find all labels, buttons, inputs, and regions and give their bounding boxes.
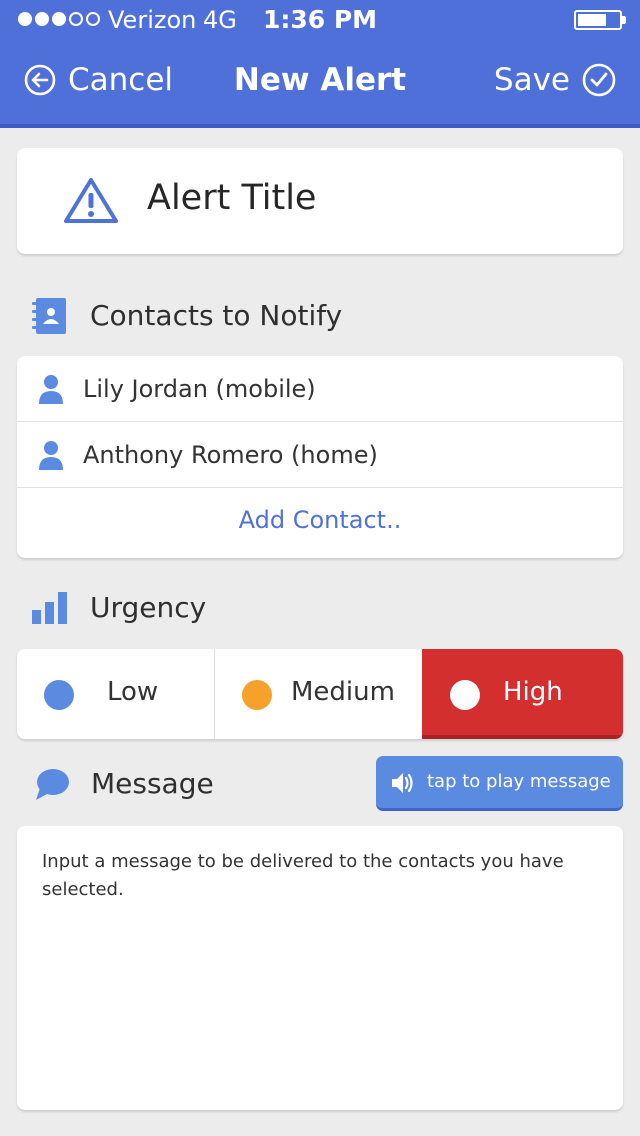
address-book-icon bbox=[32, 298, 66, 334]
message-textarea[interactable]: Input a message to be delivered to the c… bbox=[42, 848, 612, 904]
contact-row[interactable]: Lily Jordan (mobile) bbox=[17, 356, 623, 422]
save-button[interactable]: Save bbox=[494, 62, 616, 98]
urgency-selector: Low Medium High bbox=[17, 649, 623, 739]
app-header: Verizon 4G 1:36 PM Cancel New Alert Save bbox=[0, 0, 640, 128]
contacts-heading: Contacts to Notify bbox=[0, 286, 640, 346]
battery-icon bbox=[574, 10, 622, 30]
alert-title-input[interactable]: Alert Title bbox=[147, 178, 316, 218]
status-time: 1:36 PM bbox=[262, 5, 378, 34]
speaker-icon bbox=[392, 773, 413, 793]
medium-dot-icon bbox=[242, 680, 272, 710]
save-label: Save bbox=[493, 62, 570, 98]
low-dot-icon bbox=[44, 680, 74, 710]
add-contact-button[interactable]: Add Contact.. bbox=[17, 506, 623, 534]
urgency-heading: Urgency bbox=[0, 578, 640, 638]
status-bar: Verizon 4G 1:36 PM bbox=[0, 0, 640, 40]
person-icon bbox=[39, 441, 63, 470]
contact-row[interactable]: Anthony Romero (home) bbox=[17, 422, 623, 488]
urgency-medium-label: Medium bbox=[291, 677, 395, 707]
urgency-low-option[interactable]: Low bbox=[17, 649, 215, 739]
person-icon bbox=[39, 375, 63, 404]
alert-title-card[interactable]: Alert Title bbox=[17, 148, 623, 254]
urgency-high-option[interactable]: High bbox=[422, 649, 623, 739]
urgency-heading-label: Urgency bbox=[90, 591, 207, 624]
urgency-high-label: High bbox=[503, 677, 563, 707]
check-circle-icon bbox=[582, 63, 616, 97]
contacts-heading-label: Contacts to Notify bbox=[90, 299, 343, 332]
high-dot-icon bbox=[450, 680, 480, 710]
play-message-button[interactable]: tap to play message bbox=[376, 756, 623, 811]
bar-chart-icon bbox=[32, 592, 67, 624]
contact-name: Lily Jordan (mobile) bbox=[83, 375, 316, 403]
urgency-medium-option[interactable]: Medium bbox=[215, 649, 422, 739]
speech-bubble-icon bbox=[36, 769, 69, 800]
contacts-card: Lily Jordan (mobile) Anthony Romero (hom… bbox=[17, 356, 623, 558]
warning-icon bbox=[64, 178, 118, 223]
contact-name: Anthony Romero (home) bbox=[83, 441, 378, 469]
nav-bar: Cancel New Alert Save bbox=[0, 40, 640, 124]
message-card[interactable]: Input a message to be delivered to the c… bbox=[17, 826, 623, 1110]
play-message-label: tap to play message bbox=[427, 771, 611, 792]
urgency-low-label: Low bbox=[107, 677, 159, 707]
message-heading-label: Message bbox=[91, 767, 214, 800]
